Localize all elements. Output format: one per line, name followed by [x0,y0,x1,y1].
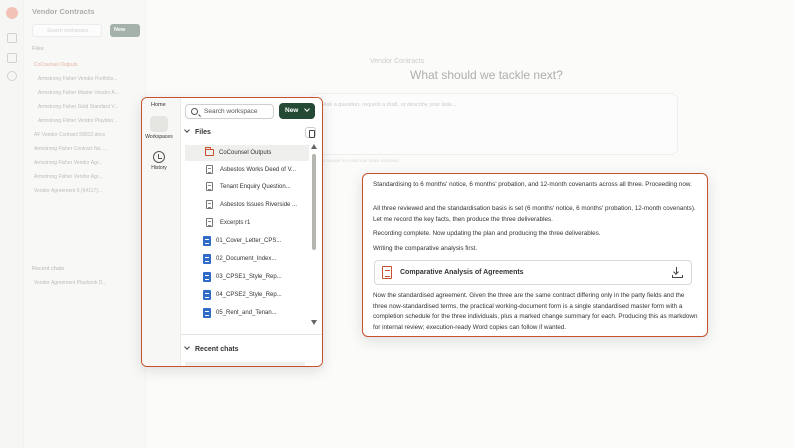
list-item[interactable]: Asbestos Issues Riverside ... [185,197,309,213]
history-icon[interactable] [7,71,17,81]
folder-icon [150,116,168,132]
scrollbar-thumb[interactable] [312,154,316,250]
background-file[interactable]: Armstrong Fisher Master Vendor A... [38,90,119,96]
history-icon [153,151,165,163]
response-paragraph: All three reviewed and the standardisati… [373,205,696,223]
artifact-card[interactable]: Comparative Analysis of Agreements [374,260,692,285]
nav-workspaces[interactable]: Workspaces [145,116,173,140]
background-file[interactable]: Armstrong Fisher Vendor Agr... [34,174,102,180]
workspaces-icon[interactable] [7,53,17,63]
icon-rail [0,0,24,448]
new-button[interactable]: New [279,103,315,119]
workspace-title: Vendor Contracts [32,7,95,16]
background-recent-chats-label: Recent chats [32,266,65,272]
search-icon [191,108,198,115]
nav-workspaces-label: Workspaces [145,134,173,140]
list-item[interactable]: 04_CPSE2_Style_Rep... [185,287,309,303]
document-icon [206,218,213,227]
word-document-icon [203,236,211,246]
background-file[interactable]: Armstrong Fisher Gold Standard V... [38,104,118,110]
recent-chats-section-header[interactable]: Recent chats [184,344,239,353]
list-item-label: 01_Cover_Letter_CPS... [216,238,282,244]
recent-chat-item[interactable] [185,362,305,366]
background-search-input[interactable]: Search workspace [32,24,102,37]
home-icon[interactable] [7,33,17,43]
background-sidebar: Vendor Contracts Search workspace New Fi… [24,0,146,448]
chevron-down-icon [184,344,190,350]
list-item-label: Asbestos Issues Riverside ... [220,202,298,208]
background-file[interactable]: Vendor Agreement 5 (64117)... [34,188,102,194]
nav-home[interactable]: Home [151,102,166,108]
word-document-icon [203,254,211,264]
background-files-label: Files [32,46,44,52]
main-heading: What should we tackle next? [410,68,563,82]
list-item-folder[interactable]: CoCounsel Outputs [185,145,309,161]
list-item-label: Tenant Enquiry Question... [220,184,291,190]
background-recent-chat[interactable]: Vendor Agreement Playbook D... [34,280,107,286]
chevron-down-icon [304,106,310,112]
prompt-input[interactable]: Ask a question, request a draft, or desc… [310,93,678,155]
search-placeholder: Search workspace [204,108,258,115]
artifact-title: Comparative Analysis of Agreements [400,269,524,276]
document-icon [206,165,213,174]
list-item[interactable]: Tenant Enquiry Question... [185,179,309,195]
recent-chats-label: Recent chats [195,346,239,353]
response-paragraph: Now the standardised agreement. Given th… [373,292,698,331]
list-item[interactable]: 01_Cover_Letter_CPS... [185,233,309,249]
search-input[interactable]: Search workspace [185,104,274,119]
response-paragraph: Writing the comparative analysis first. [373,245,478,252]
list-item-label: Excerpts r1 [220,220,251,226]
panel-content: Search workspace New Files CoCounsel Out… [180,98,322,366]
list-item-label: 02_Document_Index... [216,256,277,262]
divider [181,334,322,335]
list-item-label: Asbestos Works Deed of V... [220,167,297,173]
scroll-down-icon[interactable] [311,320,317,325]
word-document-icon [203,290,211,300]
assistant-response: Standardising to 6 months' notice, 6 mon… [362,173,708,337]
document-icon [382,266,392,279]
list-item[interactable]: 03_CPSE1_Style_Rep... [185,269,309,285]
file-list: CoCounsel Outputs Asbestos Works Deed of… [181,142,309,286]
background-file[interactable]: AF Vendor Contract 58912.docx [34,132,105,138]
list-item-label: 04_CPSE2_Style_Rep... [216,292,282,298]
file-list-scrollbar[interactable] [311,144,317,326]
list-item[interactable]: 05_Rent_and_Tenan... [185,305,309,321]
list-item[interactable]: Asbestos Works Deed of V... [185,162,309,178]
background-file[interactable]: Armstrong Fisher Contract No. ... [34,146,107,152]
chevron-down-icon [184,127,190,133]
folder-icon [205,147,214,156]
background-folder[interactable]: CoCounsel Outputs [34,62,78,68]
word-document-icon [203,272,211,282]
list-item[interactable]: 02_Document_Index... [185,251,309,267]
word-document-icon [203,308,211,318]
files-section-header[interactable]: Files [184,127,211,136]
background-file[interactable]: Armstrong Fisher Vendor Playboo... [38,118,117,124]
disclaimer: CoCounsel is AI and can make mistakes. [318,158,400,163]
response-paragraph: Standardising to 6 months' notice, 6 mon… [373,181,692,188]
background-new-button[interactable]: New [110,24,140,37]
files-label: Files [195,129,211,136]
nav-history-label: History [151,165,167,171]
new-button-label: New [285,107,299,114]
background-file[interactable]: Armstrong Fisher Vendor Agr... [34,160,102,166]
main-breadcrumb: Vendor Contracts [370,58,425,65]
add-file-icon[interactable] [305,127,316,138]
workspace-panel: Home Workspaces History Search workspace… [141,97,323,367]
nav-history[interactable]: History [145,151,173,171]
app-window: Vendor Contracts Search workspace New Fi… [0,0,794,448]
list-item[interactable]: Excerpts r1 [185,215,309,231]
app-logo-icon [6,7,18,19]
document-icon [206,182,213,191]
list-item-label: CoCounsel Outputs [219,150,272,156]
scroll-up-icon[interactable] [311,144,317,149]
list-item-label: 05_Rent_and_Tenan... [216,310,277,316]
background-file[interactable]: Armstrong Fisher Vendor Portfolio... [38,76,117,82]
document-icon [206,200,213,209]
list-item-label: 03_CPSE1_Style_Rep... [216,274,282,280]
download-icon[interactable] [672,267,683,278]
response-paragraph: Recording complete. Now updating the pla… [373,230,601,237]
panel-nav: Home Workspaces History [142,98,175,366]
